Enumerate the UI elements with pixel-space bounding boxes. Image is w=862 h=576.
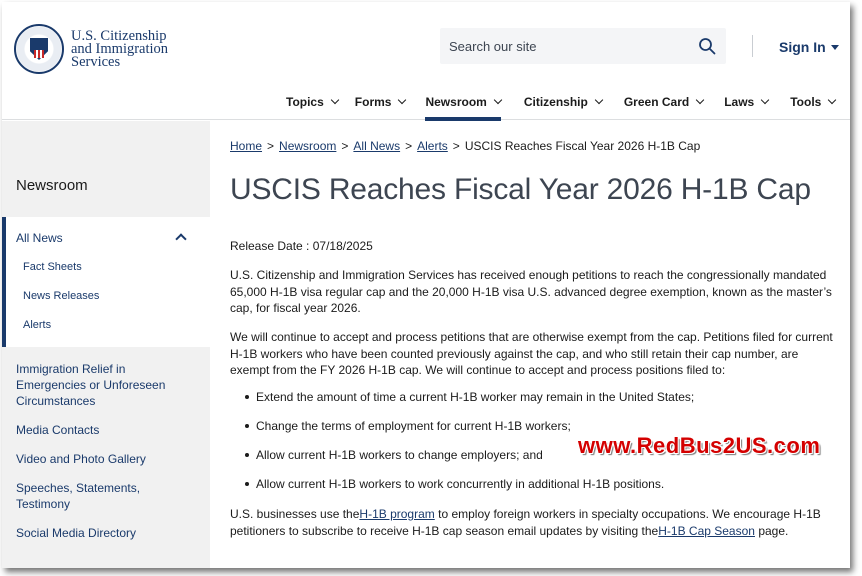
list-item: Extend the amount of time a current H-1B… [230, 389, 835, 418]
uscis-logo[interactable]: U.S. Citizenship and Immigration Service… [14, 24, 168, 74]
release-date: Release Date : 07/18/2025 [230, 239, 373, 253]
nav-tools[interactable]: Tools [790, 92, 837, 112]
dhs-seal-icon [14, 24, 64, 74]
sidebar-item-news-releases[interactable]: News Releases [23, 290, 99, 302]
browser-page: U.S. Citizenship and Immigration Service… [2, 2, 850, 568]
search-input[interactable] [440, 38, 680, 54]
breadcrumb-current: USCIS Reaches Fiscal Year 2026 H-1B Cap [464, 139, 701, 153]
h1b-cap-season-link[interactable]: H-1B Cap Season [658, 524, 755, 538]
breadcrumb-newsroom[interactable]: Newsroom [279, 139, 336, 153]
search-box [440, 28, 726, 64]
chevron-down-icon [760, 95, 770, 105]
nav-citizenship[interactable]: Citizenship [524, 92, 604, 112]
chevron-down-icon [828, 95, 837, 105]
nav-forms[interactable]: Forms [355, 92, 407, 112]
sidebar-item-media-contacts[interactable]: Media Contacts [16, 422, 196, 438]
header-divider [752, 35, 753, 57]
breadcrumb-home[interactable]: Home [230, 139, 262, 153]
h1b-program-link[interactable]: H-1B program [359, 507, 434, 521]
main-nav: Topics Forms Newsroom Citizenship Green … [286, 92, 837, 121]
chevron-up-icon[interactable] [175, 233, 187, 245]
article-paragraph-2: We will continue to accept and process p… [230, 330, 833, 377]
sign-in-button[interactable]: Sign In [779, 39, 839, 55]
chevron-down-icon [330, 95, 340, 105]
sidebar-item-alerts[interactable]: Alerts [23, 319, 51, 331]
chevron-down-icon [398, 95, 407, 105]
sidebar-item-fact-sheets[interactable]: Fact Sheets [23, 261, 82, 273]
chevron-down-icon [594, 95, 604, 105]
chevron-down-icon [493, 95, 503, 105]
sidebar-item-video-photo-gallery[interactable]: Video and Photo Gallery [16, 451, 196, 467]
site-header: U.S. Citizenship and Immigration Service… [2, 2, 850, 121]
sidebar-item-all-news[interactable]: All News [16, 231, 63, 245]
sidebar: Newsroom All News Fact Sheets News Relea… [2, 121, 210, 568]
sidebar-item-immigration-relief[interactable]: Immigration Relief in Emergencies or Unf… [16, 361, 196, 409]
article-paragraph-1: U.S. Citizenship and Immigration Service… [230, 268, 832, 315]
nav-newsroom[interactable]: Newsroom [425, 92, 503, 121]
nav-laws[interactable]: Laws [724, 92, 770, 112]
breadcrumb: Home > Newsroom > All News > Alerts > USCIS Reac… [230, 139, 701, 153]
sidebar-section-all-news: All News Fact Sheets News Releases Alert… [2, 217, 210, 347]
chevron-down-icon [695, 95, 705, 105]
nav-green-card[interactable]: Green Card [624, 92, 705, 112]
list-item: Allow current H-1B workers to work concu… [230, 476, 835, 505]
article-paragraph-3: U.S. businesses use theH-1B program to e… [230, 507, 821, 538]
watermark-text: www.RedBus2US.com [578, 433, 821, 458]
sidebar-item-speeches[interactable]: Speeches, Statements, Testimony [16, 480, 196, 512]
caret-down-icon [830, 44, 839, 50]
breadcrumb-alerts[interactable]: Alerts [417, 139, 448, 153]
sidebar-title: Newsroom [16, 177, 88, 194]
sidebar-item-social-media[interactable]: Social Media Directory [16, 525, 196, 541]
breadcrumb-all-news[interactable]: All News [353, 139, 400, 153]
sidebar-links: Immigration Relief in Emergencies or Unf… [16, 361, 196, 554]
logo-wordmark: U.S. Citizenship and Immigration Service… [71, 27, 169, 70]
page-title: USCIS Reaches Fiscal Year 2026 H-1B Cap [230, 173, 811, 206]
nav-topics[interactable]: Topics [286, 92, 340, 112]
sign-in-label: Sign In [779, 39, 826, 55]
search-icon[interactable] [698, 37, 716, 55]
